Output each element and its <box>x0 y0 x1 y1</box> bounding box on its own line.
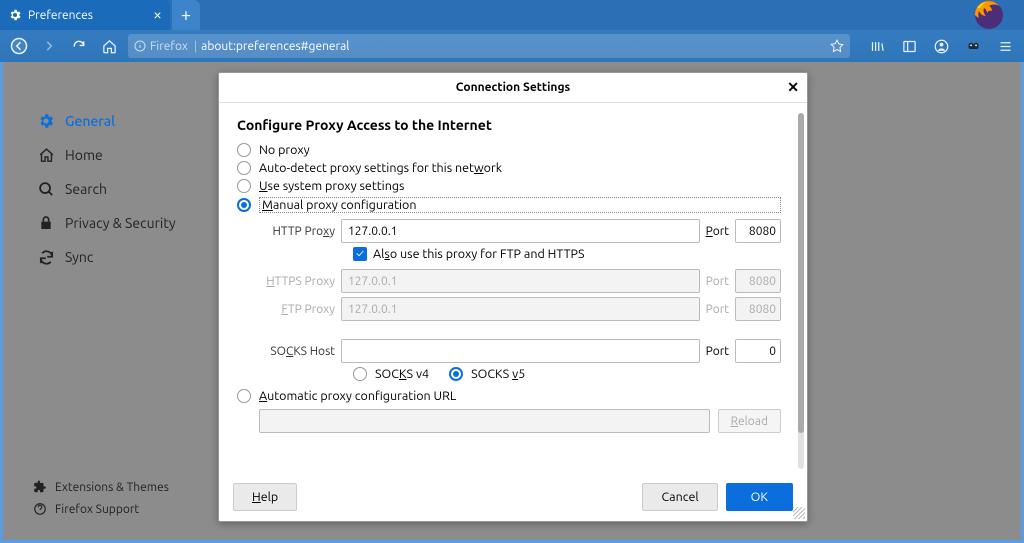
socks-host-label: SOCKS Host <box>259 345 335 358</box>
proxy-fields: HTTP Proxy Port ✓ Also use this proxy fo… <box>259 219 781 381</box>
url-bar[interactable]: Firefox | about:preferences#general <box>128 34 850 58</box>
port-label: Port <box>706 275 729 288</box>
checkbox-label: Also use this proxy for FTP and HTTPS <box>373 247 585 261</box>
sidebar-item-home[interactable]: Home <box>33 138 203 172</box>
info-icon <box>134 40 146 52</box>
radio-socks4[interactable] <box>353 367 367 381</box>
footer-label: Firefox Support <box>55 503 139 516</box>
connection-settings-dialog: Connection Settings ✕ Configure Proxy Ac… <box>218 72 808 522</box>
resize-handle[interactable] <box>793 507 805 519</box>
http-port-input[interactable] <box>735 219 781 243</box>
dialog-title: Connection Settings <box>456 81 570 94</box>
scrollbar-thumb[interactable] <box>798 113 804 433</box>
socks-host-input[interactable] <box>341 339 700 363</box>
sidebar-label: Search <box>65 181 107 197</box>
url-prefix: Firefox <box>150 40 188 53</box>
help-icon <box>33 502 47 516</box>
tab-preferences[interactable]: Preferences × <box>0 0 170 30</box>
dialog-header: Connection Settings ✕ <box>219 73 807 103</box>
url-text: about:preferences#general <box>201 40 349 53</box>
gear-icon <box>37 112 55 130</box>
socks4-label: SOCKS v4 <box>375 367 429 381</box>
extension-icon[interactable] <box>962 35 984 57</box>
search-icon <box>37 180 55 198</box>
radio-icon <box>237 198 251 212</box>
tab-title: Preferences <box>28 9 93 22</box>
ftp-proxy-input <box>341 297 700 321</box>
sync-icon <box>37 248 55 266</box>
socks-port-input[interactable] <box>735 339 781 363</box>
gear-icon <box>8 8 22 22</box>
dialog-body: Configure Proxy Access to the Internet N… <box>219 103 807 479</box>
reload-button[interactable] <box>68 35 90 57</box>
sidebar-item-general[interactable]: General <box>33 104 203 138</box>
lock-icon <box>37 214 55 232</box>
https-port-input <box>735 269 781 293</box>
footer-extensions[interactable]: Extensions & Themes <box>33 476 169 498</box>
footer-links: Extensions & Themes Firefox Support <box>33 476 169 520</box>
home-button[interactable] <box>98 35 120 57</box>
menu-icon[interactable] <box>994 35 1016 57</box>
forward-button[interactable] <box>38 35 60 57</box>
footer-support[interactable]: Firefox Support <box>33 498 169 520</box>
https-proxy-label: HTTPS Proxy <box>259 275 335 288</box>
radio-label: Automatic proxy configuration URL <box>259 389 456 403</box>
port-label: Port <box>706 345 729 358</box>
radio-pac-url[interactable]: Automatic proxy configuration URL <box>237 387 781 405</box>
radio-icon <box>237 179 251 193</box>
radio-label: No proxy <box>259 143 310 157</box>
checkbox-icon: ✓ <box>353 247 367 261</box>
sidebar-label: Home <box>65 147 103 163</box>
account-icon[interactable] <box>930 35 952 57</box>
radio-icon <box>237 161 251 175</box>
port-label: Port <box>706 303 729 316</box>
sidebar-icon[interactable] <box>898 35 920 57</box>
sidebar-item-privacy[interactable]: Privacy & Security <box>33 206 203 240</box>
reload-pac-button: Reload <box>718 409 781 433</box>
nav-bar: Firefox | about:preferences#general <box>0 30 1024 62</box>
sidebar-item-search[interactable]: Search <box>33 172 203 206</box>
also-use-checkbox[interactable]: ✓ Also use this proxy for FTP and HTTPS <box>353 247 781 261</box>
ok-button[interactable]: OK <box>726 483 793 511</box>
socks5-label: SOCKS v5 <box>471 367 525 381</box>
help-button[interactable]: Help <box>233 483 297 511</box>
ftp-proxy-label: FTP Proxy <box>259 303 335 316</box>
library-icon[interactable] <box>866 35 888 57</box>
radio-label: Auto-detect proxy settings for this netw… <box>259 161 502 175</box>
http-proxy-input[interactable] <box>341 219 700 243</box>
http-proxy-label: HTTP Proxy <box>259 225 335 238</box>
close-tab-icon[interactable]: × <box>153 6 162 24</box>
radio-system-proxy[interactable]: Use system proxy settings <box>237 177 781 195</box>
radio-label: Use system proxy settings <box>259 179 404 193</box>
https-proxy-input <box>341 269 700 293</box>
cancel-button[interactable]: Cancel <box>642 483 717 511</box>
firefox-logo <box>954 0 1004 30</box>
radio-auto-detect[interactable]: Auto-detect proxy settings for this netw… <box>237 159 781 177</box>
ftp-port-input <box>735 297 781 321</box>
tab-bar: Preferences × + <box>0 0 1024 30</box>
toolbar-right <box>866 35 1016 57</box>
close-icon[interactable]: ✕ <box>787 79 799 96</box>
pac-url-input <box>259 409 710 433</box>
footer-label: Extensions & Themes <box>55 481 169 494</box>
radio-socks5[interactable] <box>449 367 463 381</box>
radio-icon <box>237 143 251 157</box>
sidebar-label: Privacy & Security <box>65 215 176 231</box>
port-label: Port <box>706 225 729 238</box>
radio-no-proxy[interactable]: No proxy <box>237 141 781 159</box>
puzzle-icon <box>33 480 47 494</box>
bookmark-icon[interactable] <box>830 39 844 53</box>
sidebar-label: General <box>65 113 115 129</box>
section-heading: Configure Proxy Access to the Internet <box>237 117 781 133</box>
new-tab-button[interactable]: + <box>172 0 200 30</box>
preferences-sidebar: General Home Search Privacy & Security S… <box>33 104 203 274</box>
radio-label: Manual proxy configuration <box>259 197 781 213</box>
back-button[interactable] <box>8 35 30 57</box>
sidebar-label: Sync <box>65 249 93 265</box>
home-icon <box>37 146 55 164</box>
radio-icon <box>237 389 251 403</box>
dialog-footer: Help Cancel OK <box>219 479 807 521</box>
radio-manual-proxy[interactable]: Manual proxy configuration <box>237 195 781 215</box>
sidebar-item-sync[interactable]: Sync <box>33 240 203 274</box>
